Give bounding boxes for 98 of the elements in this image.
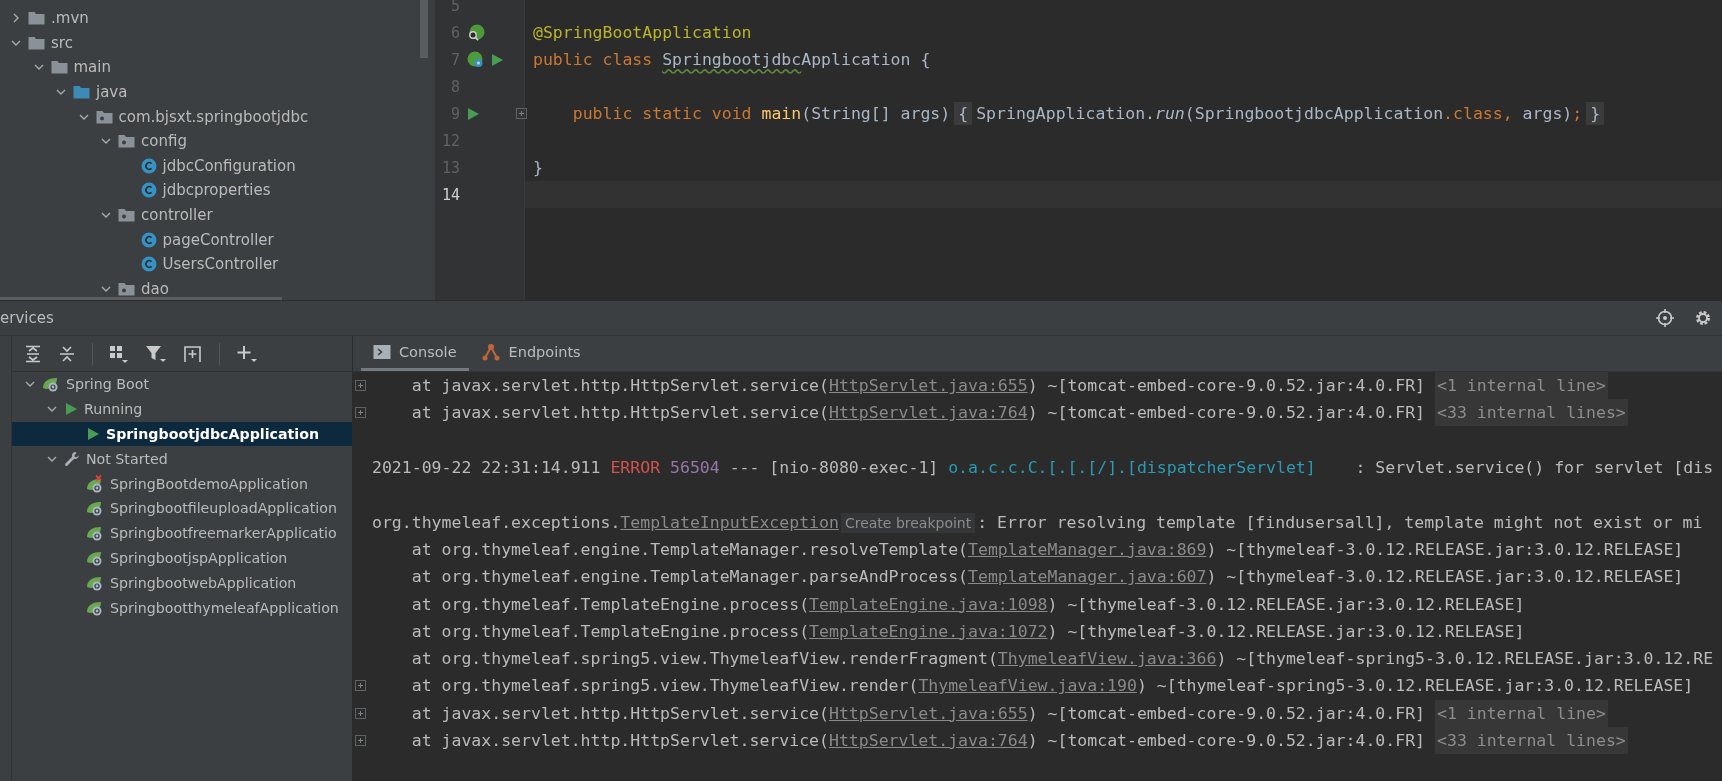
tree-item[interactable]: com.bjsxt.springbootjdbc — [118, 107, 309, 126]
fold-icon[interactable] — [355, 707, 366, 719]
tree-item[interactable]: SpringbootthymeleafApplication — [110, 599, 339, 616]
fold-icon[interactable] — [355, 735, 366, 746]
folder-icon — [28, 35, 45, 50]
fold-icon[interactable] — [355, 380, 366, 392]
tree-item[interactable]: .mvn — [51, 9, 89, 28]
tree-item[interactable]: SpringbootfileuploadApplication — [110, 500, 337, 517]
panel-title: ervices — [0, 309, 55, 327]
class-icon — [140, 157, 157, 174]
link[interactable]: HttpServlet.java:655 — [828, 703, 1028, 723]
leaf-magnifier-icon[interactable] — [466, 23, 486, 42]
leaf-gear-icon — [86, 574, 104, 591]
link[interactable]: TemplateEngine.java:1072 — [809, 621, 1048, 641]
scrollbar[interactable] — [420, 0, 428, 58]
play-icon[interactable] — [490, 52, 504, 67]
folder-icon — [50, 60, 68, 75]
leaf-gear-icon — [86, 549, 104, 566]
console-line: at org.thymeleaf.engine.TemplateManager.resolveTemplate(TemplateManager.java:869) ~[thymeleaf-3.0.12.RELEASE.jar:3.0.12.RELEASE] — [410, 539, 1684, 559]
collapsed-lines-badge[interactable]: <33 internal lines> — [1435, 727, 1628, 754]
link[interactable]: ThymeleafView.java:366 — [997, 649, 1217, 669]
link[interactable]: TemplateManager.java:869 — [968, 539, 1207, 559]
console-line: org.thymeleaf.exceptions.TemplateInputException Create breakpoint : Error resolving template [findusersall], template might not exist or mi — [372, 512, 1703, 532]
tree-item[interactable]: Not Started — [86, 450, 168, 467]
code-line: @SpringBootApplication — [533, 23, 752, 42]
tree-item[interactable]: SpringbootfreemarkerApplicatio — [110, 525, 337, 542]
leaf-gear-icon — [42, 376, 60, 393]
group-icon[interactable] — [109, 344, 129, 363]
link[interactable]: TemplateManager.java:607 — [968, 567, 1207, 587]
console-line: at org.thymeleaf.TemplateEngine.process(TemplateEngine.java:1098) ~[thymeleaf-3.0.12.RELEASE.jar:3.0.12.RELEASE] — [410, 594, 1525, 614]
collapse-all-icon[interactable] — [58, 344, 76, 363]
class-icon — [140, 256, 157, 273]
add-icon[interactable] — [236, 344, 258, 363]
terminal-icon — [373, 344, 391, 360]
tree-item[interactable]: pageController — [162, 230, 274, 249]
tree-item[interactable]: main — [73, 58, 111, 77]
code-line: } — [533, 158, 543, 177]
wrench-icon — [64, 450, 80, 467]
tab[interactable]: Console — [361, 336, 469, 371]
tree-item[interactable]: Running — [84, 401, 143, 418]
folded-code[interactable]: } — [1586, 102, 1605, 125]
tree-item[interactable]: java — [96, 83, 128, 102]
tree-item[interactable]: SpringbootwebApplication — [110, 574, 297, 591]
class-icon — [140, 231, 157, 248]
fold-icon[interactable] — [355, 407, 366, 419]
tab[interactable]: Endpoints — [468, 336, 593, 371]
console-line: at org.thymeleaf.spring5.view.ThymeleafView.render(ThymeleafView.java:190) ~[thymeleaf-spring5-3.0.12.RELEASE.jar:3.0.12.RELEASE] — [410, 676, 1694, 696]
collapsed-lines-badge[interactable]: <1 internal line> — [1435, 699, 1608, 727]
play-icon — [86, 427, 100, 441]
line-number: 14 — [440, 185, 460, 204]
console-line: at org.thymeleaf.spring5.view.ThymeleafView.renderFragment(ThymeleafView.java:366) ~[thymeleaf-spring5-3.0.12.RELEASE.jar:3.0.12.RE — [410, 649, 1714, 669]
link[interactable]: TemplateInputException — [620, 512, 839, 532]
collapsed-lines-badge[interactable]: <33 internal lines> — [1435, 399, 1628, 427]
expand-all-icon[interactable] — [24, 344, 42, 363]
folder-icon — [73, 85, 90, 100]
tree-item[interactable]: UsersController — [162, 255, 279, 274]
nodes-icon — [480, 343, 501, 361]
leaf-gear-icon — [86, 599, 104, 616]
filter-icon[interactable] — [145, 344, 167, 363]
fold-icon[interactable] — [355, 680, 366, 692]
tree-item[interactable]: Spring Boot — [66, 376, 149, 393]
folder-icon — [28, 11, 45, 26]
tree-item[interactable]: controller — [141, 206, 213, 225]
crosshair-icon[interactable] — [1656, 309, 1674, 327]
leaf-cross-icon — [86, 474, 104, 493]
leaf-gear-icon — [86, 500, 104, 517]
tree-item[interactable]: jdbcConfiguration — [162, 156, 296, 175]
leaf-gear-icon — [86, 525, 104, 542]
code-line: public class SpringbootjdbcApplication { — [533, 50, 931, 69]
tree-item[interactable]: SpringbootjspApplication — [110, 549, 288, 566]
fold-icon[interactable] — [515, 108, 527, 119]
package-icon — [95, 109, 113, 124]
tree-item[interactable]: src — [51, 33, 73, 52]
play-icon[interactable] — [466, 106, 480, 121]
link[interactable]: TemplateEngine.java:1098 — [809, 594, 1048, 614]
create-breakpoint-hint[interactable]: Create breakpoint — [840, 512, 976, 533]
settings-icon[interactable] — [1694, 309, 1712, 327]
tree-item[interactable]: SpringbootjdbcApplication — [12, 421, 352, 447]
tree-item[interactable]: jdbcproperties — [162, 181, 271, 200]
console-line: at org.thymeleaf.TemplateEngine.process(TemplateEngine.java:1072) ~[thymeleaf-3.0.12.RELEASE.jar:3.0.12.RELEASE] — [410, 621, 1525, 641]
code-line: public static void main(String[] args) { SpringApplication.run(SpringbootjdbcApplication.class, args); } — [533, 104, 1609, 123]
console-line: at org.thymeleaf.engine.TemplateManager.parseAndProcess(TemplateManager.java:607) ~[thymeleaf-3.0.12.RELEASE.jar:3.0.12.RELEASE] — [410, 567, 1684, 587]
package-icon — [118, 208, 135, 223]
link[interactable]: HttpServlet.java:764 — [828, 403, 1028, 423]
link[interactable]: HttpServlet.java:655 — [828, 376, 1028, 396]
link[interactable]: ThymeleafView.java:190 — [918, 676, 1137, 696]
class-icon — [140, 182, 157, 199]
tree-item[interactable]: SpringBootdemoApplication — [110, 475, 308, 492]
play-icon — [64, 402, 78, 417]
new-tab-icon[interactable] — [183, 344, 203, 363]
collapsed-lines-badge[interactable]: <1 internal line> — [1435, 372, 1608, 400]
link[interactable]: HttpServlet.java:764 — [828, 731, 1028, 750]
tree-item[interactable]: dao — [141, 279, 169, 298]
folded-code[interactable]: { — [954, 102, 973, 125]
package-icon — [118, 281, 135, 296]
console-line: 2021-09-22 22:31:14.911 ERROR 56504 --- [nio-8080-exec-1] o.a.c.c.C.[.[.[/].[dispatcherServlet] : Servlet.service() for servlet [dis — [372, 458, 1714, 478]
tree-item[interactable]: config — [141, 132, 187, 151]
package-icon — [118, 134, 135, 149]
